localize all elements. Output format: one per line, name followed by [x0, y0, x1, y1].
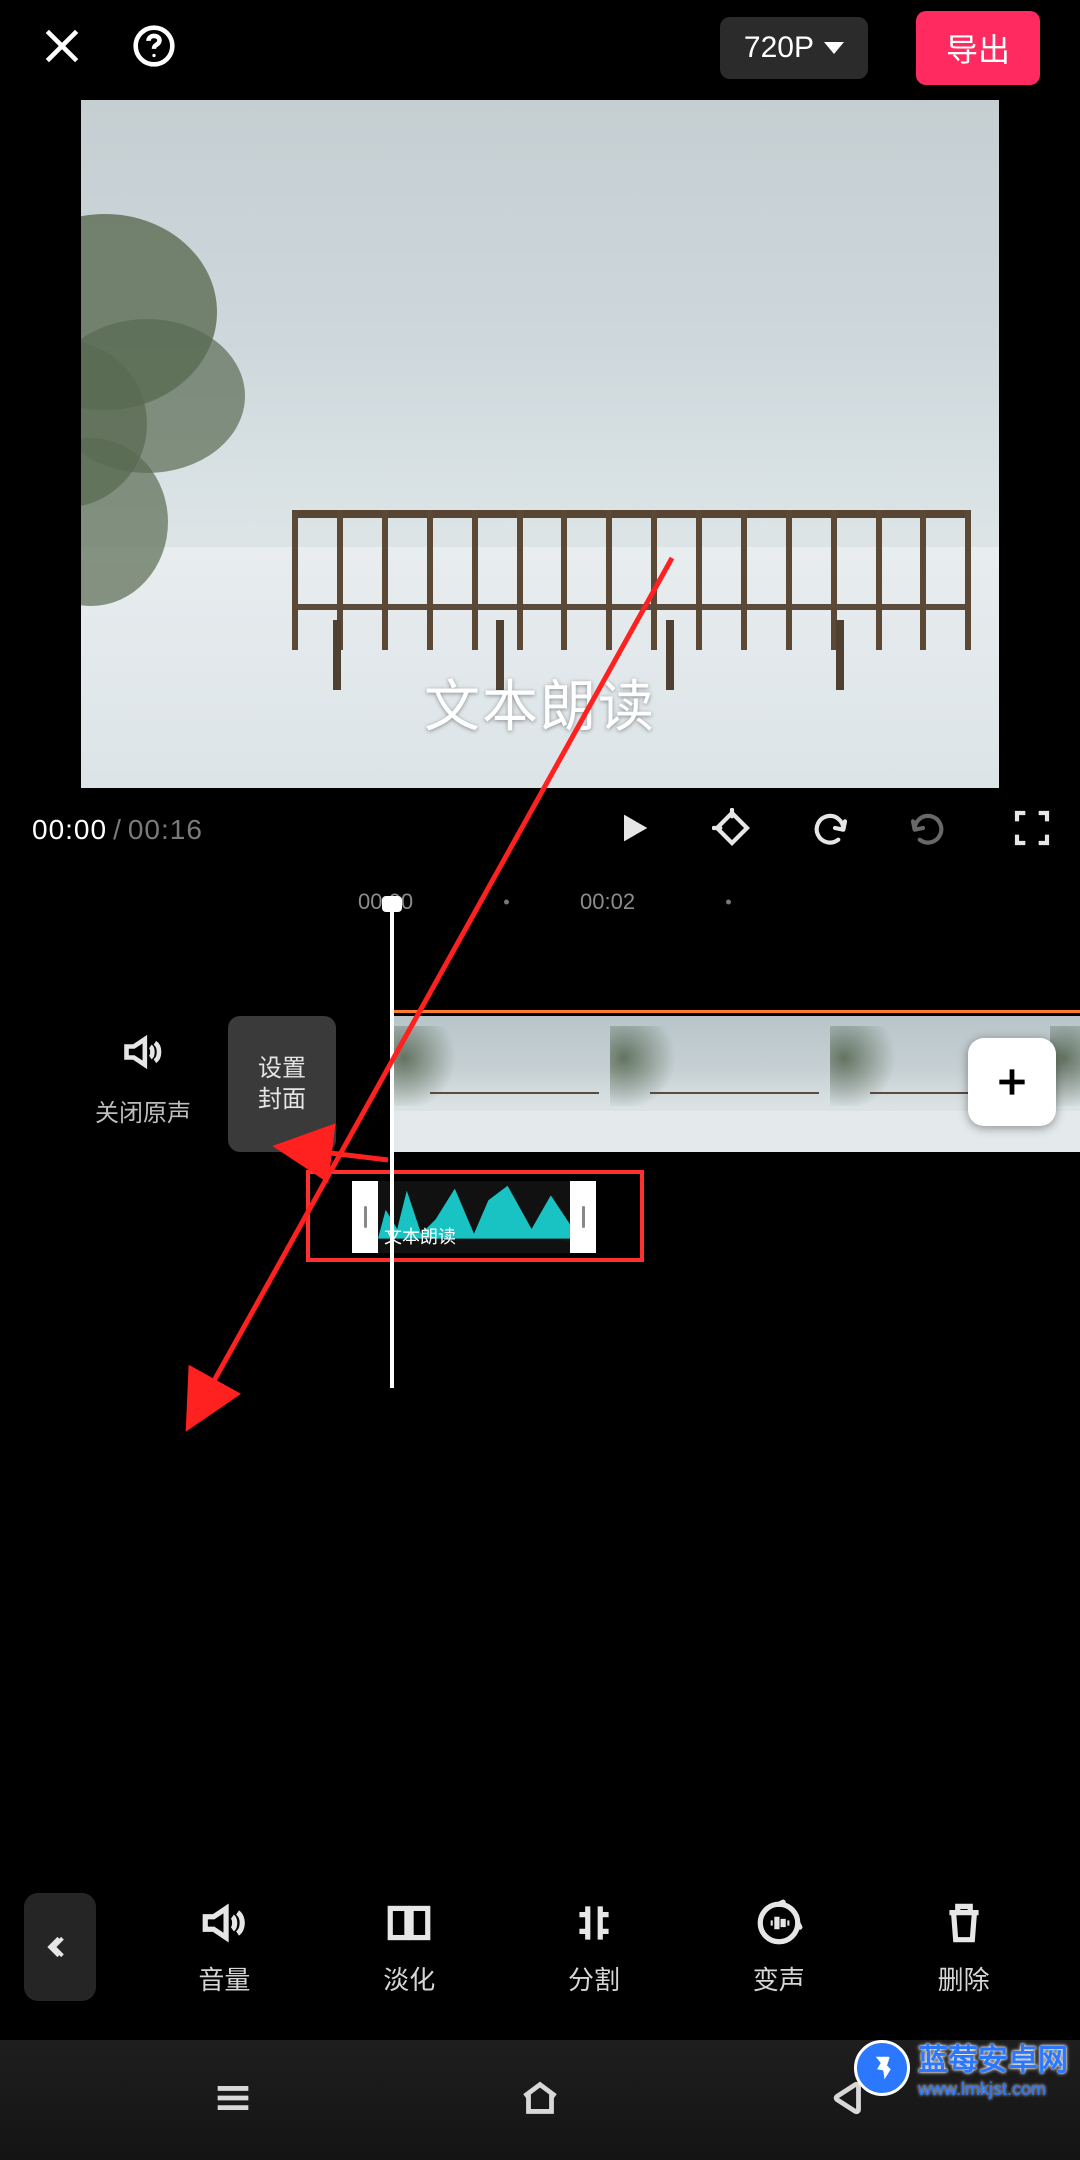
total-time: 00:16: [128, 814, 203, 845]
tool-fade[interactable]: 淡化: [383, 1898, 435, 1997]
audio-clip-label: 文本朗读: [384, 1223, 456, 1249]
tool-label: 音量: [198, 1960, 250, 1997]
redo-button[interactable]: [908, 808, 948, 853]
time-display: 00:00/00:16: [32, 814, 203, 846]
tool-volume[interactable]: 音量: [198, 1898, 250, 1997]
resolution-dropdown[interactable]: 720P: [720, 17, 868, 79]
clip-handle-right[interactable]: [570, 1181, 596, 1253]
watermark-icon: [854, 2040, 910, 2096]
audio-clip[interactable]: 文本朗读: [352, 1181, 596, 1253]
toolbar-back-button[interactable]: [24, 1893, 96, 2001]
tool-label: 淡化: [383, 1960, 435, 1997]
nav-menu-button[interactable]: [210, 2075, 256, 2126]
nav-home-button[interactable]: [517, 2075, 563, 2126]
marker-line: [390, 1010, 1080, 1013]
resolution-label: 720P: [744, 31, 814, 65]
current-time: 00:00: [32, 814, 107, 845]
mute-original-audio[interactable]: 关闭原声: [78, 1030, 208, 1128]
watermark: 蓝莓安卓网 www.lmkjst.com: [854, 2035, 1068, 2100]
tool-voice-change[interactable]: 变声: [753, 1898, 805, 1997]
tool-label: 变声: [753, 1960, 805, 1997]
tool-split[interactable]: 分割: [568, 1898, 620, 1997]
chevron-down-icon: [824, 42, 844, 54]
ruler-dot: [504, 900, 509, 905]
tool-delete[interactable]: 删除: [938, 1898, 990, 1997]
fullscreen-button[interactable]: [1012, 808, 1052, 853]
preview-overlay-text: 文本朗读: [424, 662, 656, 743]
video-preview[interactable]: 文本朗读: [81, 100, 999, 788]
video-thumbnail: [390, 1016, 610, 1152]
clip-handle-left[interactable]: [352, 1181, 378, 1253]
ruler-dot: [726, 900, 731, 905]
timeline-ruler[interactable]: 00:00 00:02: [0, 878, 1080, 926]
keyframe-button[interactable]: [712, 808, 752, 853]
watermark-url: www.lmkjst.com: [918, 2079, 1068, 2100]
help-button[interactable]: [132, 24, 176, 73]
watermark-title: 蓝莓安卓网: [918, 2035, 1068, 2079]
set-cover-button[interactable]: 设置 封面: [228, 1016, 336, 1152]
undo-button[interactable]: [810, 808, 850, 853]
video-thumbnail: [610, 1016, 830, 1152]
playhead[interactable]: [390, 898, 394, 1388]
ruler-tick: 00:02: [580, 889, 635, 915]
export-button[interactable]: 导出: [916, 11, 1040, 85]
mute-label: 关闭原声: [78, 1093, 208, 1128]
add-clip-button[interactable]: [968, 1038, 1056, 1126]
tool-label: 分割: [568, 1960, 620, 1997]
close-button[interactable]: [40, 24, 84, 73]
tool-label: 删除: [938, 1960, 990, 1997]
play-button[interactable]: [614, 808, 654, 853]
